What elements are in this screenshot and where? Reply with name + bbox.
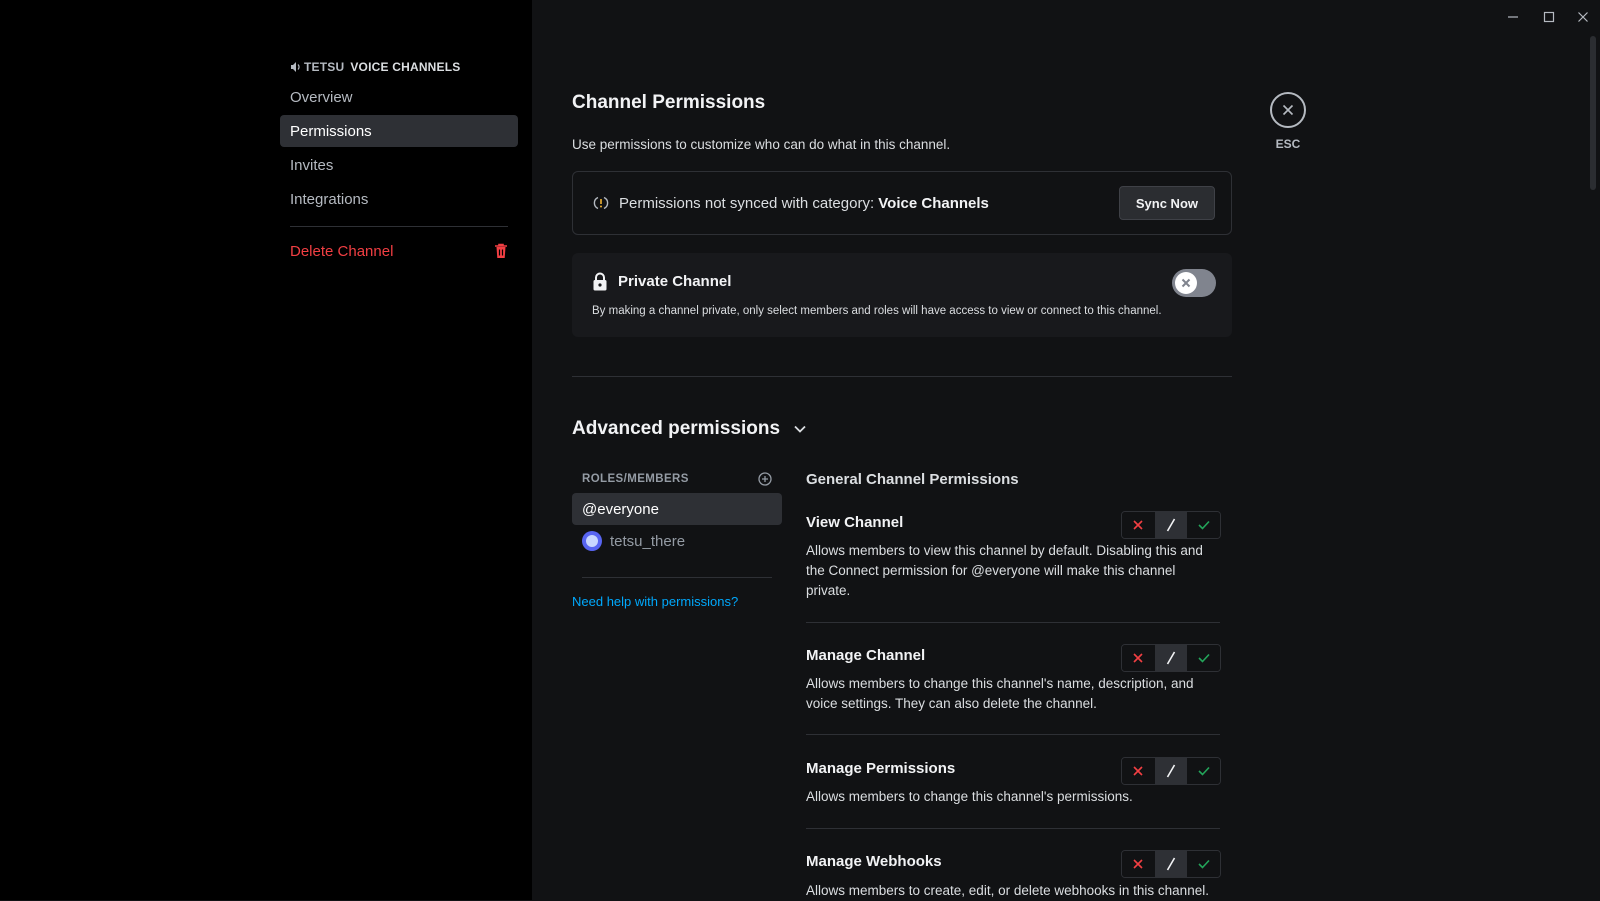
sidebar-item-label: Invites bbox=[290, 156, 334, 174]
warning-icon bbox=[593, 196, 609, 210]
general-permissions-title: General Channel Permissions bbox=[806, 471, 1019, 488]
private-channel-toggle[interactable] bbox=[1172, 269, 1216, 297]
delete-channel-label: Delete Channel bbox=[290, 242, 394, 260]
add-role-icon[interactable] bbox=[758, 472, 772, 486]
member-item-tetsu-there[interactable]: tetsu_there bbox=[572, 525, 782, 557]
private-channel-card: Private Channel By making a channel priv… bbox=[572, 253, 1232, 337]
roles-members-header: ROLES/MEMBERS bbox=[582, 472, 772, 486]
sidebar-item-label: Overview bbox=[290, 88, 353, 106]
neutral-button[interactable] bbox=[1154, 851, 1188, 877]
sidebar-item-label: Integrations bbox=[290, 190, 369, 208]
member-item-label: tetsu_there bbox=[610, 532, 686, 550]
toggle-knob bbox=[1175, 272, 1197, 294]
sync-category-name: Voice Channels bbox=[878, 194, 989, 212]
sidebar-header: TETSU VOICE CHANNELS bbox=[290, 60, 461, 74]
permission-divider bbox=[806, 828, 1220, 829]
slash-icon bbox=[1166, 518, 1176, 532]
deny-button[interactable] bbox=[1122, 512, 1155, 538]
x-icon bbox=[1133, 653, 1143, 663]
permission-divider bbox=[806, 734, 1220, 735]
deny-button[interactable] bbox=[1122, 851, 1155, 877]
allow-button[interactable] bbox=[1187, 851, 1220, 877]
permission-tristate-manage-webhooks bbox=[1121, 850, 1221, 878]
scrollbar-thumb[interactable] bbox=[1590, 36, 1596, 190]
role-item-label: @everyone bbox=[582, 500, 659, 518]
maximize-icon bbox=[1543, 11, 1555, 23]
settings-sidebar: TETSU VOICE CHANNELS Overview Permission… bbox=[0, 0, 532, 900]
neutral-button[interactable] bbox=[1154, 758, 1188, 784]
page-subtitle: Use permissions to customize who can do … bbox=[572, 137, 951, 152]
permission-description: Allows members to change this channel's … bbox=[806, 676, 1194, 711]
allow-button[interactable] bbox=[1187, 645, 1220, 671]
roles-divider bbox=[582, 577, 772, 578]
permissions-help-link[interactable]: Need help with permissions? bbox=[572, 594, 738, 609]
permission-description: Allows members to change this channel's … bbox=[806, 789, 1133, 804]
allow-button[interactable] bbox=[1187, 512, 1220, 538]
permission-divider bbox=[806, 622, 1220, 623]
check-icon bbox=[1198, 520, 1210, 530]
deny-button[interactable] bbox=[1122, 645, 1155, 671]
sidebar-divider bbox=[290, 226, 508, 227]
private-channel-description: By making a channel private, only select… bbox=[592, 305, 1162, 317]
role-item-everyone[interactable]: @everyone bbox=[572, 493, 782, 525]
minimize-icon bbox=[1508, 16, 1518, 18]
x-icon bbox=[1133, 859, 1143, 869]
x-icon bbox=[1181, 278, 1191, 288]
slash-icon bbox=[1166, 764, 1176, 778]
advanced-permissions-toggle[interactable]: Advanced permissions bbox=[572, 418, 806, 440]
close-icon bbox=[1282, 104, 1294, 116]
sidebar-item-invites[interactable]: Invites bbox=[280, 149, 518, 181]
permission-tristate-manage-permissions bbox=[1121, 757, 1221, 785]
window-maximize-button[interactable] bbox=[1532, 6, 1566, 28]
page-title: Channel Permissions bbox=[572, 92, 766, 113]
neutral-button[interactable] bbox=[1154, 512, 1188, 538]
delete-channel-button[interactable]: Delete Channel bbox=[280, 235, 518, 267]
sidebar-header-prefix: TETSU bbox=[304, 60, 345, 74]
trash-icon bbox=[495, 243, 507, 258]
advanced-permissions-title: Advanced permissions bbox=[572, 418, 781, 439]
permission-description: Allows members to create, edit, or delet… bbox=[806, 883, 1209, 898]
allow-button[interactable] bbox=[1187, 758, 1220, 784]
check-icon bbox=[1198, 653, 1210, 663]
sync-notice-text: Permissions not synced with category: Vo… bbox=[619, 195, 1119, 212]
x-icon bbox=[1133, 766, 1143, 776]
permission-tristate-view-channel bbox=[1121, 511, 1221, 539]
permission-description: Allows members to view this channel by d… bbox=[806, 543, 1203, 598]
speaker-icon bbox=[291, 62, 300, 72]
window-minimize-button[interactable] bbox=[1496, 6, 1530, 28]
deny-button[interactable] bbox=[1122, 758, 1155, 784]
slash-icon bbox=[1166, 651, 1176, 665]
permission-tristate-manage-channel bbox=[1121, 644, 1221, 672]
neutral-button[interactable] bbox=[1154, 645, 1188, 671]
sidebar-item-permissions[interactable]: Permissions bbox=[280, 115, 518, 147]
sidebar-header-category: VOICE CHANNELS bbox=[350, 60, 461, 74]
check-icon bbox=[1198, 766, 1210, 776]
sync-notice: Permissions not synced with category: Vo… bbox=[572, 171, 1232, 235]
roles-members-label: ROLES/MEMBERS bbox=[582, 473, 689, 485]
esc-label: ESC bbox=[1275, 137, 1301, 151]
private-channel-title: Private Channel bbox=[618, 273, 732, 290]
sync-now-button[interactable]: Sync Now bbox=[1118, 186, 1215, 220]
sync-notice-message: Permissions not synced with category: bbox=[619, 194, 879, 212]
window-close-button[interactable] bbox=[1566, 6, 1600, 28]
close-icon bbox=[1578, 12, 1588, 22]
lock-icon bbox=[593, 272, 607, 291]
close-settings-button[interactable] bbox=[1270, 92, 1306, 128]
x-icon bbox=[1133, 520, 1143, 530]
close-settings: ESC bbox=[1270, 92, 1306, 151]
chevron-down-icon bbox=[794, 425, 806, 433]
section-divider bbox=[572, 376, 1232, 377]
slash-icon bbox=[1166, 857, 1176, 871]
sidebar-item-label: Permissions bbox=[290, 122, 372, 140]
check-icon bbox=[1198, 859, 1210, 869]
avatar bbox=[582, 531, 602, 551]
sidebar-item-integrations[interactable]: Integrations bbox=[280, 183, 518, 215]
sidebar-item-overview[interactable]: Overview bbox=[280, 81, 518, 113]
